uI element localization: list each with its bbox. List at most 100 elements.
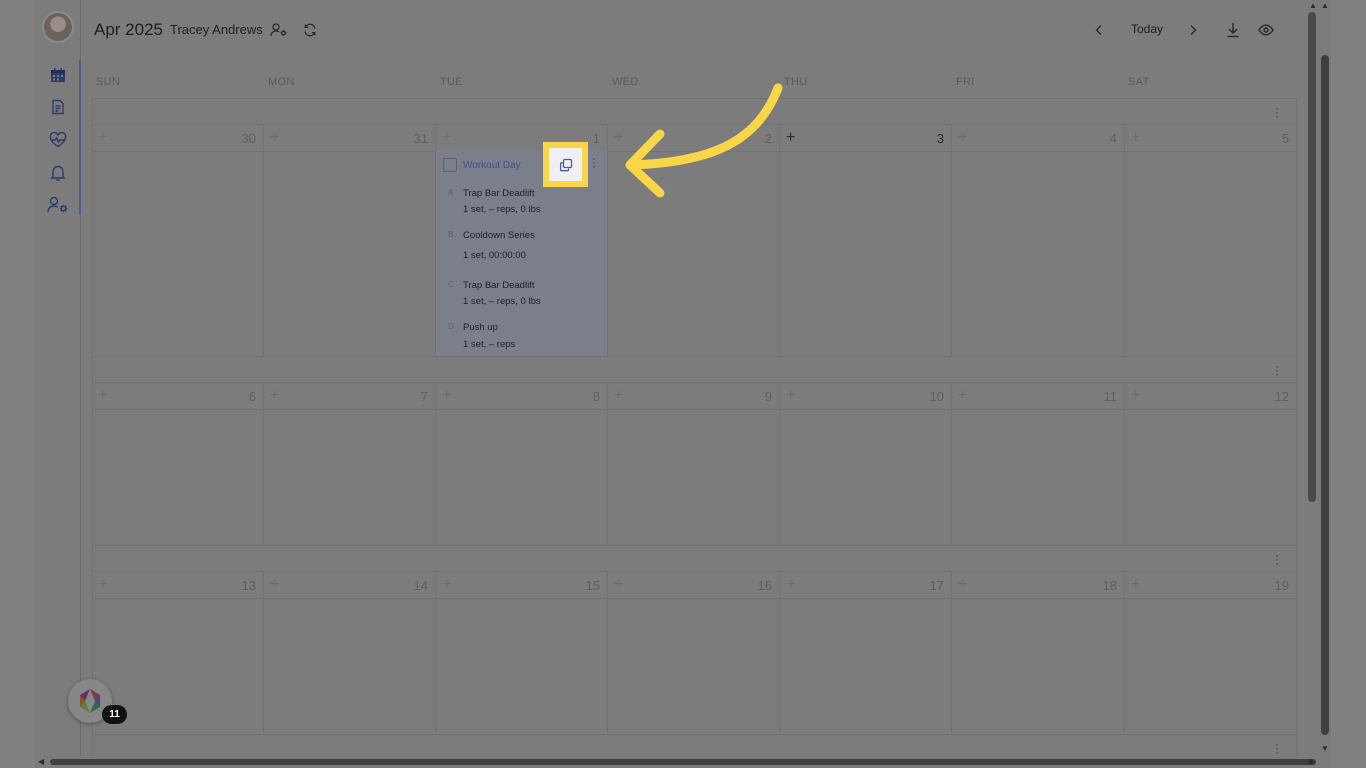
top-bar: Apr 2025 Tracey Andrews Today [81, 0, 1331, 60]
weekday-header: FRI [956, 76, 975, 88]
grid-line [92, 571, 1297, 572]
user-settings-icon[interactable] [269, 20, 289, 40]
exercise-detail: 1 set, – reps, 0 lbs [463, 204, 541, 215]
day-number: 8 [592, 389, 600, 404]
add-workout-icon[interactable]: + [958, 577, 967, 593]
day-number: 14 [413, 578, 428, 593]
grid-line [92, 356, 1297, 357]
grid-line [435, 571, 436, 734]
grid-line [263, 571, 264, 734]
week-menu-icon[interactable]: · · · [1274, 549, 1280, 569]
grid-line [263, 124, 264, 356]
inner-vertical-scrollbar-thumb[interactable] [1308, 12, 1316, 502]
grid-line [607, 124, 608, 356]
weekday-header: SAT [1128, 76, 1150, 88]
week-menu-icon[interactable]: · · · [1274, 738, 1280, 758]
day-number: 7 [420, 389, 428, 404]
app-logo-icon [80, 689, 100, 713]
exercise-letter: B [448, 230, 454, 239]
add-workout-icon[interactable]: + [786, 577, 795, 593]
grid-line [951, 124, 952, 356]
weekday-header: THU [784, 76, 808, 88]
exercise-name: Trap Bar Deadlift [463, 188, 535, 199]
horizontal-scrollbar-thumb[interactable] [50, 759, 1316, 765]
user-avatar[interactable] [42, 11, 74, 43]
add-workout-icon[interactable]: + [442, 577, 451, 593]
grid-line [951, 571, 952, 734]
grid-line [779, 124, 780, 356]
add-workout-icon[interactable]: + [442, 388, 451, 404]
copy-workout-button[interactable] [549, 148, 582, 181]
exercise-detail: 1 set, 00:00:00 [463, 250, 526, 261]
client-name: Tracey Andrews [170, 22, 263, 37]
day-number: 12 [1274, 389, 1289, 404]
add-workout-icon[interactable]: + [442, 130, 451, 146]
exercise-name: Push up [463, 322, 498, 333]
add-workout-icon[interactable]: + [98, 130, 107, 146]
today-button[interactable]: Today [1131, 22, 1163, 36]
add-workout-icon[interactable]: + [786, 130, 795, 146]
app-window: Apr 2025 Tracey Andrews Today SUN MON TU… [35, 0, 1331, 768]
day-number: 9 [764, 389, 772, 404]
eye-icon[interactable] [1256, 20, 1276, 40]
week-menu-icon[interactable]: · · · [1274, 102, 1280, 122]
add-workout-icon[interactable]: + [1131, 577, 1140, 593]
vertical-scrollbar-thumb[interactable] [1321, 55, 1329, 735]
grid-line [951, 382, 952, 545]
bell-icon[interactable] [48, 162, 68, 182]
add-workout-icon[interactable]: + [98, 388, 107, 404]
day-number-today: 3 [936, 131, 944, 146]
add-workout-icon[interactable]: + [270, 577, 279, 593]
user-settings-icon[interactable] [46, 195, 70, 215]
grid-line [92, 124, 1297, 125]
notification-badge: 11 [102, 705, 127, 724]
scroll-down-icon[interactable]: ▼ [1321, 744, 1329, 753]
add-workout-icon[interactable]: + [614, 388, 623, 404]
grid-line [92, 98, 1297, 99]
add-workout-icon[interactable]: + [614, 577, 623, 593]
grid-line [263, 382, 264, 545]
chevron-right-icon[interactable] [1183, 20, 1203, 40]
add-workout-icon[interactable]: + [786, 388, 795, 404]
sidebar [35, 0, 81, 768]
scroll-right-icon[interactable]: ▶ [1309, 757, 1315, 766]
sidebar-active-indicator [79, 60, 81, 215]
refresh-icon[interactable] [300, 20, 320, 40]
add-workout-icon[interactable]: + [614, 130, 623, 146]
exercise-letter: D [448, 322, 454, 331]
workout-menu-icon[interactable]: · · · [591, 154, 597, 173]
calendar-icon[interactable] [48, 65, 68, 85]
exercise-detail: 1 set, – reps [463, 339, 516, 350]
month-calendar: SUN MON TUE WED THU FRI SAT · · · · · · … [92, 68, 1297, 768]
grid-line [1296, 98, 1297, 768]
workout-checkbox[interactable] [443, 158, 457, 172]
week-menu-icon[interactable]: · · · [1274, 360, 1280, 380]
add-workout-icon[interactable]: + [1131, 388, 1140, 404]
day-number: 5 [1281, 131, 1289, 146]
grid-line [92, 545, 1297, 546]
add-workout-icon[interactable]: + [958, 130, 967, 146]
weekday-header: TUE [440, 76, 463, 88]
heart-pulse-icon[interactable] [48, 130, 68, 150]
day-number: 18 [1102, 578, 1117, 593]
scroll-left-icon[interactable]: ◀ [38, 757, 44, 766]
day-number: 30 [241, 131, 256, 146]
grid-line [1124, 382, 1125, 545]
day-number: 31 [413, 131, 428, 146]
exercise-name: Trap Bar Deadlift [463, 280, 535, 291]
scroll-up-icon[interactable]: ▲ [1321, 1, 1329, 10]
chevron-left-icon[interactable] [1089, 20, 1109, 40]
grid-line [92, 382, 1297, 383]
document-icon[interactable] [48, 97, 68, 117]
add-workout-icon[interactable]: + [958, 388, 967, 404]
grid-line [435, 382, 436, 545]
screen-frame: Apr 2025 Tracey Andrews Today SUN MON TU… [0, 0, 1366, 768]
download-icon[interactable] [1223, 20, 1243, 40]
add-workout-icon[interactable]: + [270, 130, 279, 146]
scroll-up-icon[interactable]: ▲ [1309, 1, 1317, 10]
add-workout-icon[interactable]: + [270, 388, 279, 404]
workout-title[interactable]: Workout Day [463, 160, 521, 171]
weekday-header: MON [268, 76, 295, 88]
add-workout-icon[interactable]: + [1131, 130, 1140, 146]
add-workout-icon[interactable]: + [98, 577, 107, 593]
